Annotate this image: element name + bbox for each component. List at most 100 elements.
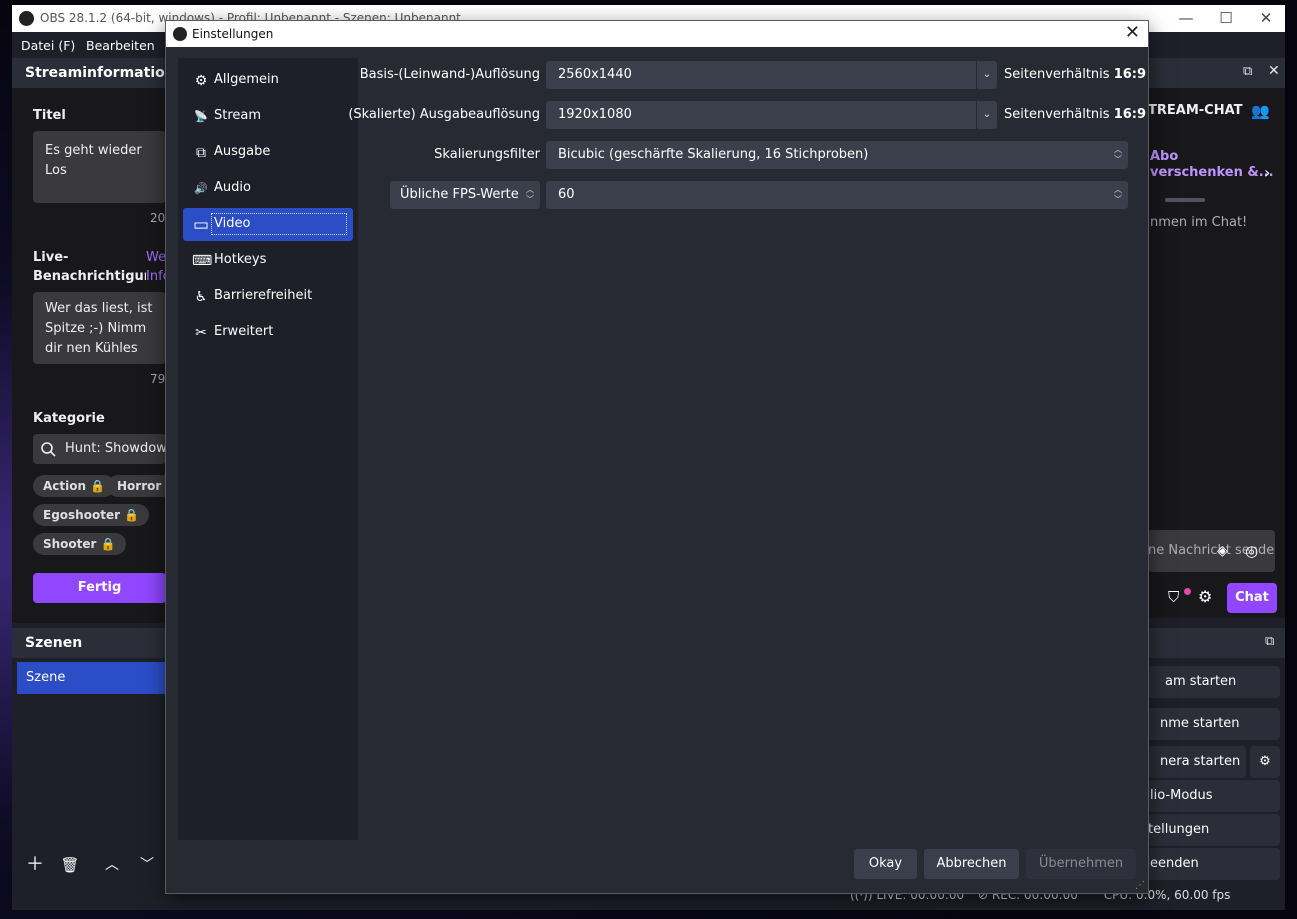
resize-grip-icon[interactable]: ⋰ xyxy=(1135,880,1145,891)
gift-sub-banner[interactable]: Abo verschenken &... xyxy=(1150,149,1274,181)
settings-dialog: Einstellungen ✕ ⚙ Allgemein 📡 Stream ⧉ A… xyxy=(166,21,1148,893)
studio-mode-button[interactable]: lio-Modus xyxy=(1148,780,1280,812)
dialog-title: Einstellungen xyxy=(192,27,274,41)
output-resolution-combo[interactable]: 1920x1080 ⌄ xyxy=(546,101,997,129)
close-icon[interactable]: ✕ xyxy=(1125,22,1140,43)
bits-icon[interactable]: ⛉ xyxy=(1168,588,1179,606)
settings-nav: ⚙ Allgemein 📡 Stream ⧉ Ausgabe 🔊 Audio ▭… xyxy=(178,58,358,840)
nav-barrierefreiheit[interactable]: ♿ Barrierefreiheit xyxy=(183,280,353,313)
base-resolution-combo[interactable]: 2560x1440 ⌄ xyxy=(546,61,997,89)
base-aspect-ratio: Seitenverhältnis 16:9 xyxy=(1004,67,1147,82)
output-resolution-label: (Skalierte) Ausgabeauflösung xyxy=(348,107,540,122)
fps-value: 60 xyxy=(558,187,575,202)
base-resolution-value: 2560x1440 xyxy=(558,67,632,82)
add-scene-button[interactable]: ＋ xyxy=(21,852,49,878)
fps-value-combo[interactable]: 60 ︿ ﹀ xyxy=(546,181,1128,209)
search-icon xyxy=(41,442,56,457)
gear-icon: ⚙ xyxy=(194,73,208,89)
scale-filter-label: Skalierungsfilter xyxy=(434,147,540,162)
notification-link-2[interactable]: Info xyxy=(146,269,166,284)
minimize-button[interactable]: — xyxy=(1166,5,1206,32)
dialog-titlebar: Einstellungen ✕ xyxy=(166,21,1148,47)
notification-input[interactable]: Wer das liest, ist Spitze ;-) Nimm dir n… xyxy=(33,292,166,364)
menu-datei[interactable]: Datei (F) xyxy=(21,38,75,53)
banner-indicator xyxy=(1165,198,1205,202)
nav-label: Hotkeys xyxy=(214,252,267,267)
exit-button[interactable]: eenden xyxy=(1148,848,1280,880)
nav-stream[interactable]: 📡 Stream xyxy=(183,100,353,133)
virtual-camera-settings-icon[interactable]: ⚙ xyxy=(1250,746,1280,778)
users-icon[interactable]: 👥 xyxy=(1251,102,1270,120)
nav-label: Barrierefreiheit xyxy=(214,288,313,303)
scale-filter-combo[interactable]: Bicubic (geschärfte Skalierung, 16 Stich… xyxy=(546,141,1128,169)
chat-settings-icon[interactable]: ⚙ xyxy=(1198,587,1212,606)
points-icon[interactable]: ◎ xyxy=(1245,542,1258,560)
tag-shooter[interactable]: Shooter 🔒 xyxy=(33,533,126,555)
tag-egoshooter[interactable]: Egoshooter 🔒 xyxy=(33,504,150,526)
notification-link-1[interactable]: We xyxy=(146,250,166,265)
title-input[interactable]: Es geht wieder Los xyxy=(33,131,166,203)
chat-title: TREAM-CHAT xyxy=(1148,103,1243,118)
tag-action[interactable]: Action 🔒 xyxy=(33,475,116,497)
emote-icon[interactable]: ◈ xyxy=(1217,543,1228,559)
stream-info-header: Streaminformation xyxy=(12,58,175,88)
chat-dock-header: ⧉ ✕ xyxy=(1148,58,1285,88)
scale-filter-value: Bicubic (geschärfte Skalierung, 16 Stich… xyxy=(558,147,869,162)
chevron-right-icon[interactable]: › xyxy=(1264,163,1270,182)
nav-hotkeys[interactable]: ⌨ Hotkeys xyxy=(183,244,353,277)
ok-button[interactable]: Okay xyxy=(854,849,917,879)
base-resolution-label: Basis-(Leinwand-)Auflösung xyxy=(359,67,540,82)
nav-audio[interactable]: 🔊 Audio xyxy=(183,172,353,205)
nav-erweitert[interactable]: ✂ Erweitert xyxy=(183,316,353,349)
close-main-button[interactable]: ✕ xyxy=(1246,5,1286,32)
undock-icon[interactable]: ⧉ xyxy=(1265,634,1274,649)
apply-button[interactable]: Übernehmen xyxy=(1026,849,1136,879)
obs-logo-icon xyxy=(19,11,34,26)
close-dock-icon[interactable]: ✕ xyxy=(1268,63,1280,79)
trash-icon[interactable]: 🗑 xyxy=(56,852,84,878)
start-stream-button[interactable]: am starten xyxy=(1148,666,1280,698)
tools-icon: ✂ xyxy=(195,325,207,341)
nav-video[interactable]: ▭ Video xyxy=(183,208,353,241)
chat-welcome: nmen im Chat! xyxy=(1150,215,1248,230)
output-resolution-value: 1920x1080 xyxy=(558,107,632,122)
lock-icon: 🔒 xyxy=(100,537,116,551)
antenna-icon: 📡 xyxy=(194,110,208,123)
undock-icon[interactable]: ⧉ xyxy=(1243,64,1252,79)
spin-arrows-icon: ︿ ﹀ xyxy=(1114,145,1122,164)
done-button[interactable]: Fertig xyxy=(33,573,166,603)
lock-icon: 🔒 xyxy=(90,479,106,493)
notification-label-2: Benachrichtigung xyxy=(33,269,146,284)
chevron-down-icon: ⌄ xyxy=(976,101,997,129)
move-up-button[interactable]: ︿ xyxy=(98,852,126,878)
speaker-icon: 🔊 xyxy=(194,182,208,195)
fps-type-combo[interactable]: Übliche FPS-Werte ︿ ﹀ xyxy=(390,181,540,209)
maximize-button[interactable]: ☐ xyxy=(1206,5,1246,32)
nav-label: Audio xyxy=(214,180,251,195)
notification-char-count: 79 xyxy=(150,372,166,386)
menu-bearbeiten[interactable]: Bearbeiten xyxy=(86,38,155,53)
start-recording-button[interactable]: nme starten xyxy=(1148,708,1280,740)
output-aspect-ratio: Seitenverhältnis 16:9 xyxy=(1004,107,1147,122)
move-down-button[interactable]: ﹀ xyxy=(133,852,161,878)
settings-button[interactable]: tellungen xyxy=(1148,814,1280,846)
gift-sub-line2: verschenken &... xyxy=(1150,165,1274,180)
notification-label-1: Live- xyxy=(33,250,69,265)
chat-send-button[interactable]: Chat xyxy=(1227,583,1277,613)
gift-sub-line1: Abo xyxy=(1150,149,1179,164)
fps-type-value: Übliche FPS-Werte xyxy=(400,187,519,202)
category-value: Hunt: Showdow xyxy=(65,441,166,456)
spin-arrows-icon: ︿ ﹀ xyxy=(526,185,534,204)
nav-label: Erweitert xyxy=(214,324,274,339)
title-label: Titel xyxy=(33,108,66,123)
monitor-icon: ▭ xyxy=(192,215,210,235)
category-label: Kategorie xyxy=(33,411,105,426)
cancel-button[interactable]: Abbrechen xyxy=(924,849,1019,879)
nav-ausgabe[interactable]: ⧉ Ausgabe xyxy=(183,136,353,169)
keyboard-icon: ⌨ xyxy=(192,253,213,269)
output-icon: ⧉ xyxy=(196,145,206,161)
accessibility-icon: ♿ xyxy=(194,289,208,305)
scene-item[interactable]: Szene xyxy=(17,662,167,694)
start-virtual-camera-button[interactable]: nera starten xyxy=(1148,746,1246,778)
nav-allgemein[interactable]: ⚙ Allgemein xyxy=(183,64,353,97)
